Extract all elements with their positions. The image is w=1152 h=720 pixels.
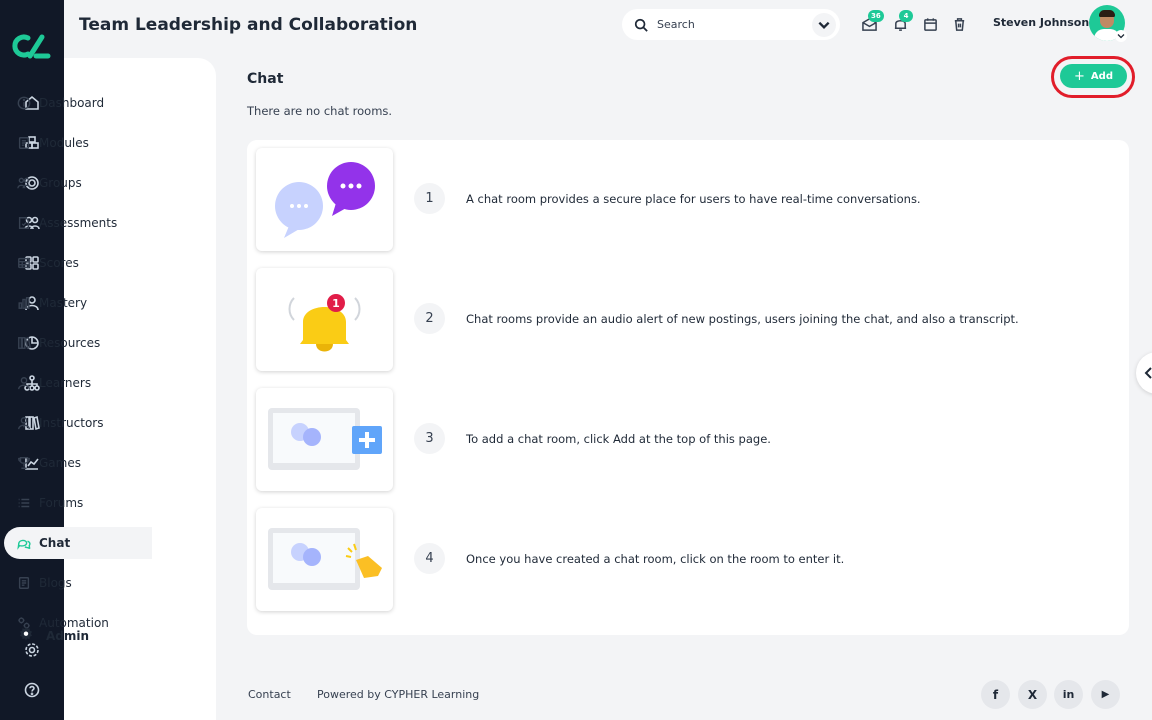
sidebar-item-label: Blogs: [39, 576, 72, 590]
sidebar-item-label: Assessments: [39, 216, 118, 230]
sidebar-item-label: Mastery: [39, 296, 88, 310]
sidebar-item-label: Modules: [39, 136, 89, 150]
trash-icon[interactable]: [950, 15, 968, 33]
step-text: A chat room provides a secure place for …: [466, 192, 921, 206]
sidebar-item-resources[interactable]: Resources: [4, 327, 152, 359]
linkedin-icon[interactable]: in: [1054, 680, 1083, 709]
sidebar-item-label: Learners: [39, 376, 92, 390]
plus-icon: +: [1074, 68, 1085, 84]
chevron-left-icon: [1144, 367, 1152, 379]
add-button[interactable]: + Add: [1060, 64, 1127, 88]
bell-alert-illustration: 1: [256, 268, 393, 371]
sidebar-item-label: Resources: [39, 336, 101, 350]
sidebar-item-instructors[interactable]: Instructors: [4, 407, 152, 439]
notifications-button[interactable]: 4: [891, 10, 913, 33]
page-title: Chat: [247, 71, 284, 87]
contact-link[interactable]: Contact: [248, 688, 291, 701]
step-number: 3: [414, 423, 445, 454]
collapse-panel-button[interactable]: [1136, 352, 1152, 394]
step-number: 2: [414, 303, 445, 334]
sidebar-item-games[interactable]: Games: [4, 447, 152, 479]
sidebar-item-dashboard[interactable]: Dashboard: [4, 87, 152, 119]
step-number: 1: [414, 183, 445, 214]
sidebar-item-scores[interactable]: Scores: [4, 247, 152, 279]
empty-state-message: There are no chat rooms.: [247, 104, 393, 118]
list-icon: [16, 495, 32, 511]
sidebar-item-forums[interactable]: Forums: [4, 487, 152, 519]
powered-by-text: Powered by CYPHER Learning: [317, 688, 480, 701]
groups-icon: [16, 175, 32, 191]
user-icon: [16, 375, 32, 391]
sidebar-item-blogs[interactable]: Blogs: [4, 567, 152, 599]
sidebar-item-chat[interactable]: Chat: [4, 527, 152, 559]
document-icon: [16, 215, 32, 231]
chat-icon: [16, 535, 32, 551]
info-icon: [16, 95, 32, 111]
sidebar-item-label: Dashboard: [39, 96, 105, 110]
cypher-logo[interactable]: [10, 30, 54, 62]
calendar-icon[interactable]: [921, 15, 939, 33]
chevron-down-icon[interactable]: [1115, 30, 1127, 42]
instructor-icon: [16, 415, 32, 431]
chevron-down-icon[interactable]: [812, 12, 836, 37]
enter-room-illustration: [256, 508, 393, 611]
trophy-icon: [16, 455, 32, 471]
sidebar-item-groups[interactable]: Groups: [4, 167, 152, 199]
step-text: Chat rooms provide an audio alert of new…: [466, 312, 1019, 326]
search-icon: [634, 18, 648, 32]
library-icon: [16, 335, 32, 351]
add-room-illustration: [256, 388, 393, 491]
book-icon: [16, 135, 32, 151]
youtube-icon[interactable]: ▶: [1091, 680, 1120, 709]
blog-icon: [16, 575, 32, 591]
step-number: 4: [414, 543, 445, 574]
sidebar-item-label: Scores: [39, 256, 79, 270]
sidebar-item-assessments[interactable]: Assessments: [4, 207, 152, 239]
search-input[interactable]: Search: [657, 18, 812, 31]
add-button-label: Add: [1090, 70, 1113, 82]
messages-button[interactable]: 36: [860, 10, 884, 33]
sidebar-item-label: Games: [39, 456, 81, 470]
sidebar-item-modules[interactable]: Modules: [4, 127, 152, 159]
sidebar-item-learners[interactable]: Learners: [4, 367, 152, 399]
bar-chart-icon: [16, 295, 32, 311]
help-icon[interactable]: [22, 680, 42, 700]
admin-label: Admin: [46, 629, 90, 643]
facebook-icon[interactable]: f: [981, 680, 1010, 709]
sidebar-item-label: Chat: [39, 536, 71, 550]
notifications-badge: 4: [899, 10, 913, 22]
bell-badge-number: 1: [332, 297, 340, 310]
gear-icon: [18, 626, 34, 646]
sidebar-item-label: Instructors: [39, 416, 104, 430]
course-title: Team Leadership and Collaboration: [79, 15, 418, 35]
messages-badge: 36: [868, 10, 884, 22]
sidebar-item-mastery[interactable]: Mastery: [4, 287, 152, 319]
user-name[interactable]: Steven Johnson: [993, 16, 1089, 29]
step-text: Once you have created a chat room, click…: [466, 552, 845, 566]
step-text: To add a chat room, click Add at the top…: [466, 432, 771, 446]
sidebar-item-label: Forums: [39, 496, 84, 510]
chat-bubbles-illustration: [256, 148, 393, 251]
admin-link[interactable]: Admin: [18, 626, 89, 646]
search-box[interactable]: Search: [622, 9, 840, 40]
x-twitter-icon[interactable]: X: [1018, 680, 1047, 709]
sidebar-item-label: Groups: [39, 176, 82, 190]
table-icon: [16, 255, 32, 271]
